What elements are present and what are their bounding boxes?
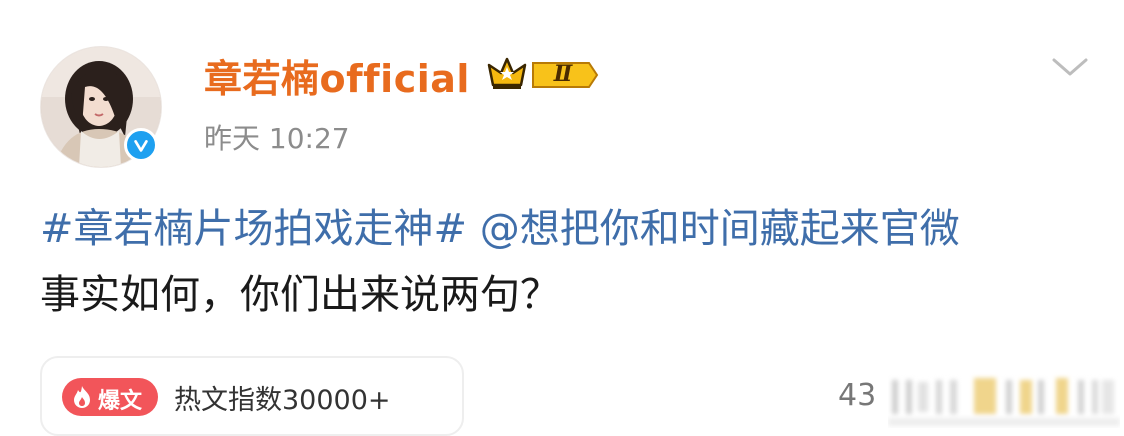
flame-icon	[71, 385, 93, 409]
hot-badge: 爆文	[62, 378, 158, 416]
post-text: 事实如何，你们出来说两句？	[40, 272, 560, 318]
interaction-count[interactable]: 43	[838, 378, 876, 413]
crown-vip-icon[interactable]: Ⅱ	[487, 55, 599, 95]
post-timestamp: 昨天 10:27	[204, 122, 350, 155]
weibo-post: 章若楠official Ⅱ 昨天 10:27 #章若楠片场拍戏走神# @想把你和…	[0, 0, 1124, 436]
vip-level: Ⅱ	[553, 61, 573, 87]
hashtag-link[interactable]: #章若楠片场拍戏走神#	[40, 206, 467, 252]
author-name[interactable]: 章若楠official	[204, 48, 470, 103]
hot-badge-label: 爆文	[98, 389, 143, 414]
post-content: #章若楠片场拍戏走神# @想把你和时间藏起来官微 事实如何，你们出来说两句？	[40, 196, 1100, 328]
hot-article-card[interactable]: 爆文 热文指数30000+	[40, 356, 464, 436]
post-content-line-1: #章若楠片场拍戏走神# @想把你和时间藏起来官微	[40, 196, 1100, 262]
hot-index-text: 热文指数30000+	[174, 385, 391, 416]
watermark-blur	[888, 372, 1120, 428]
verified-check-icon	[124, 128, 158, 162]
chevron-down-icon[interactable]	[1050, 56, 1090, 80]
mention-link[interactable]: @想把你和时间藏起来官微	[480, 206, 960, 252]
